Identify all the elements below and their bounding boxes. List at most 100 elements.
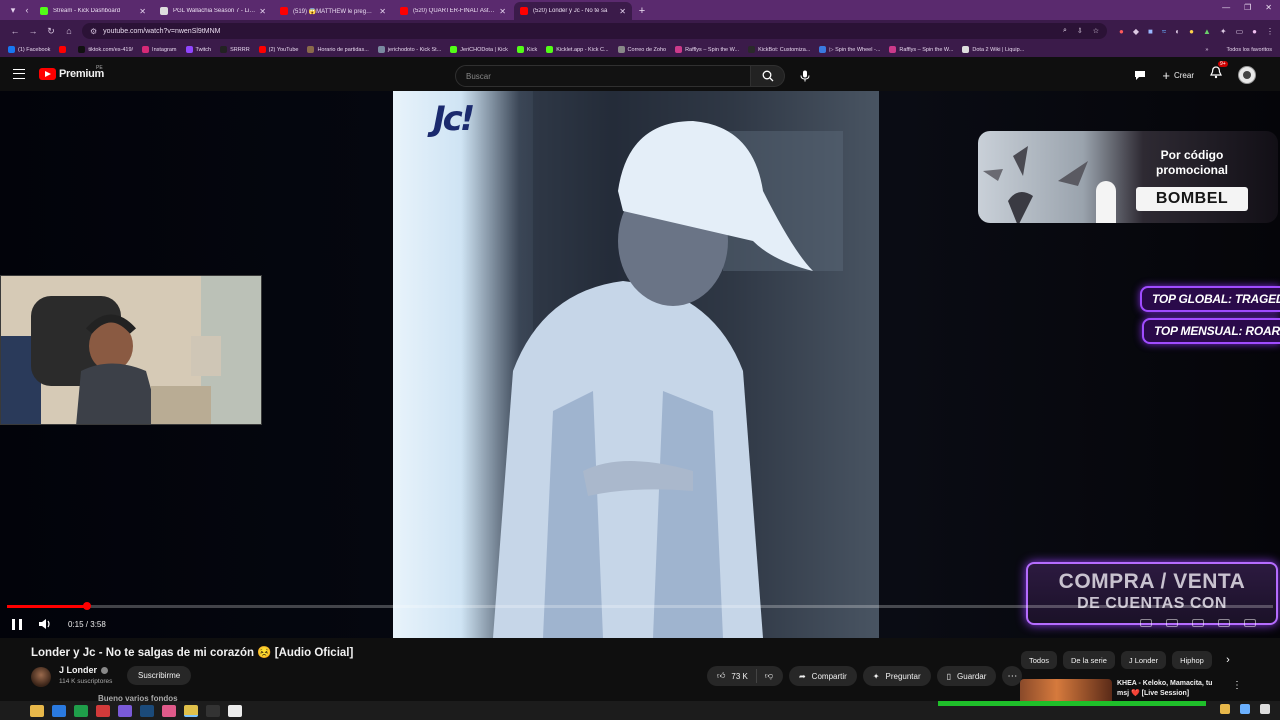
app-icon[interactable] (74, 704, 88, 717)
video-frame[interactable]: Jc! (393, 91, 879, 638)
home-icon[interactable]: ⌂ (60, 26, 78, 36)
tray-icon[interactable] (1240, 704, 1250, 714)
channel-name-row[interactable]: J Londer (59, 665, 109, 675)
close-tab-icon[interactable]: ✕ (259, 7, 266, 16)
bookmark-item[interactable]: Dota 2 Wiki | Liquip... (962, 46, 1024, 53)
chrome-icon[interactable] (184, 704, 198, 717)
save-button[interactable]: ▯ Guardar (936, 666, 997, 686)
browser-menu-icon[interactable]: ⋮ (1266, 27, 1274, 36)
browser-tab[interactable]: Stream - Kick Dashboard ✕ (34, 2, 152, 20)
bookmark-item[interactable]: Rafflys – Spin the W... (675, 46, 739, 53)
search-input[interactable]: Buscar (455, 65, 751, 87)
ask-button[interactable]: ✦ Preguntar (862, 666, 931, 686)
bookmark-item[interactable]: ▷ Spin the Wheel -... (819, 46, 880, 53)
extensions-puzzle-icon[interactable]: ✦ (1220, 27, 1227, 36)
close-window-icon[interactable]: ✕ (1265, 3, 1272, 12)
app-icon[interactable] (118, 704, 132, 717)
bookmark-item[interactable]: Correo de Zoho (617, 46, 666, 53)
recommended-menu-icon[interactable]: ⋮ (1232, 680, 1242, 691)
bookmark-item[interactable]: Rafflys – Spin the W... (889, 46, 953, 53)
fullscreen-icon[interactable] (1244, 619, 1256, 627)
filter-chip[interactable]: De la serie (1063, 651, 1115, 669)
notifications-button[interactable]: 9+ (1210, 61, 1228, 84)
site-info-icon[interactable]: ⚙ (90, 27, 97, 36)
progress-bar[interactable] (7, 602, 1273, 610)
filter-chip[interactable]: Todos (1021, 651, 1058, 669)
extension-icon[interactable]: ● (1189, 27, 1194, 36)
install-icon[interactable]: ⇩ (1077, 27, 1083, 35)
filter-chip[interactable]: Hiphop (1172, 651, 1212, 669)
video-player[interactable]: Jc! Por código promocional BOMBEL TOP GL… (0, 91, 1280, 638)
extension-icon[interactable]: ◐ (1175, 27, 1180, 36)
bookmark-item[interactable]: SRRRR (220, 46, 250, 53)
voice-search-button[interactable] (794, 65, 816, 87)
all-bookmarks-folder[interactable]: Todos los favoritos (1226, 47, 1272, 53)
close-tab-icon[interactable]: ✕ (139, 7, 146, 16)
channel-avatar[interactable] (31, 667, 51, 687)
bookmark-item[interactable]: KickBot: Customiza... (748, 46, 810, 53)
bookmarks-overflow-icon[interactable]: » (1205, 47, 1208, 53)
search-button[interactable] (751, 65, 785, 87)
profile-icon[interactable]: ● (1252, 27, 1257, 36)
recommended-title[interactable]: KHEA - Keloko, Mamacita, tu msj ❤️ [Live… (1117, 679, 1223, 698)
bookmark-item[interactable]: jerichodoto - Kick St... (377, 46, 441, 53)
new-tab-button[interactable]: + (634, 2, 650, 20)
reload-icon[interactable]: ↻ (42, 26, 60, 37)
obs-icon[interactable] (206, 704, 220, 717)
bookmark-item[interactable]: Kick (516, 46, 537, 53)
browser-tab[interactable]: (520) QUARTER-FINAL! Astralis ✕ (394, 2, 512, 20)
browser-tab[interactable]: (520) Londer y Jc - No te sa ✕ (514, 2, 632, 20)
tray-icon[interactable] (1220, 704, 1230, 714)
bookmark-item[interactable]: Instagram (142, 46, 177, 53)
zoom-icon[interactable]: ⌕ (1063, 27, 1067, 35)
subtitles-icon[interactable] (1140, 619, 1152, 627)
app-icon[interactable] (52, 704, 66, 717)
volume-icon[interactable] (38, 618, 52, 630)
tab-search-icon[interactable]: ▾ (6, 0, 20, 20)
browser-tab[interactable]: (519) 😱MATTHEW le pregunta ✕ (274, 2, 392, 20)
bookmark-item[interactable]: Horario de partidas... (307, 46, 369, 53)
extension-icon[interactable]: ■ (1148, 27, 1153, 36)
subscribe-button[interactable]: Suscribirme (127, 666, 192, 685)
pause-button[interactable] (12, 618, 22, 630)
url-field[interactable]: ⚙ youtube.com/watch?v=nwenSl9tMNM ⌕ ⇩ ☆ (82, 23, 1108, 39)
progress-scrubber[interactable] (82, 602, 91, 610)
bookmark-item[interactable]: (1) Facebook (8, 46, 50, 53)
close-tab-icon[interactable]: ✕ (379, 7, 386, 16)
account-avatar[interactable] (1238, 66, 1256, 84)
bookmark-item[interactable]: (2) YouTube (258, 46, 298, 53)
bookmark-item[interactable]: tiktok.com/es-419/ (78, 46, 133, 53)
back-icon[interactable]: ← (6, 26, 24, 36)
bookmark-item[interactable] (59, 46, 69, 53)
dislike-button[interactable]: 👎︎ (757, 671, 783, 681)
extension-icon[interactable]: ● (1119, 27, 1124, 36)
filter-chip[interactable]: J Londer (1120, 651, 1167, 669)
steam-icon[interactable] (140, 704, 154, 717)
close-tab-icon[interactable]: ✕ (619, 7, 626, 16)
bookmark-item[interactable]: JeriCHODota | Kick (450, 46, 508, 53)
maximize-icon[interactable]: ❐ (1244, 3, 1251, 12)
create-button[interactable]: + Crear (1162, 68, 1194, 83)
cast-chat-icon[interactable] (1134, 69, 1146, 81)
extension-icon[interactable]: ≈ (1162, 27, 1166, 36)
app-icon[interactable] (228, 704, 242, 717)
sidebar-icon[interactable]: ▭ (1236, 27, 1244, 36)
miniplayer-icon[interactable] (1192, 619, 1204, 627)
extension-icon[interactable]: ◆ (1133, 27, 1139, 36)
tray-icon[interactable] (1260, 704, 1270, 714)
share-button[interactable]: ➦ Compartir (788, 666, 857, 686)
browser-tab[interactable]: PGL Wallachia Season 7 - Liquipedia ✕ (154, 2, 272, 20)
app-icon[interactable] (162, 704, 176, 717)
hamburger-menu-icon[interactable] (13, 69, 25, 79)
like-button[interactable]: 👍︎ 73 K (707, 669, 757, 683)
settings-icon[interactable] (1166, 619, 1178, 627)
bookmark-item[interactable]: Kicklet.app - Kick C... (546, 46, 609, 53)
app-icon[interactable] (96, 704, 110, 717)
minimize-icon[interactable]: — (1222, 3, 1230, 12)
file-explorer-icon[interactable] (30, 704, 44, 717)
forward-icon[interactable]: → (24, 26, 42, 36)
extension-icon[interactable]: ▲ (1203, 27, 1211, 36)
channel-name[interactable]: J Londer (59, 665, 97, 675)
bookmark-star-icon[interactable]: ☆ (1093, 27, 1099, 35)
bookmark-item[interactable]: Twitch (185, 46, 211, 53)
